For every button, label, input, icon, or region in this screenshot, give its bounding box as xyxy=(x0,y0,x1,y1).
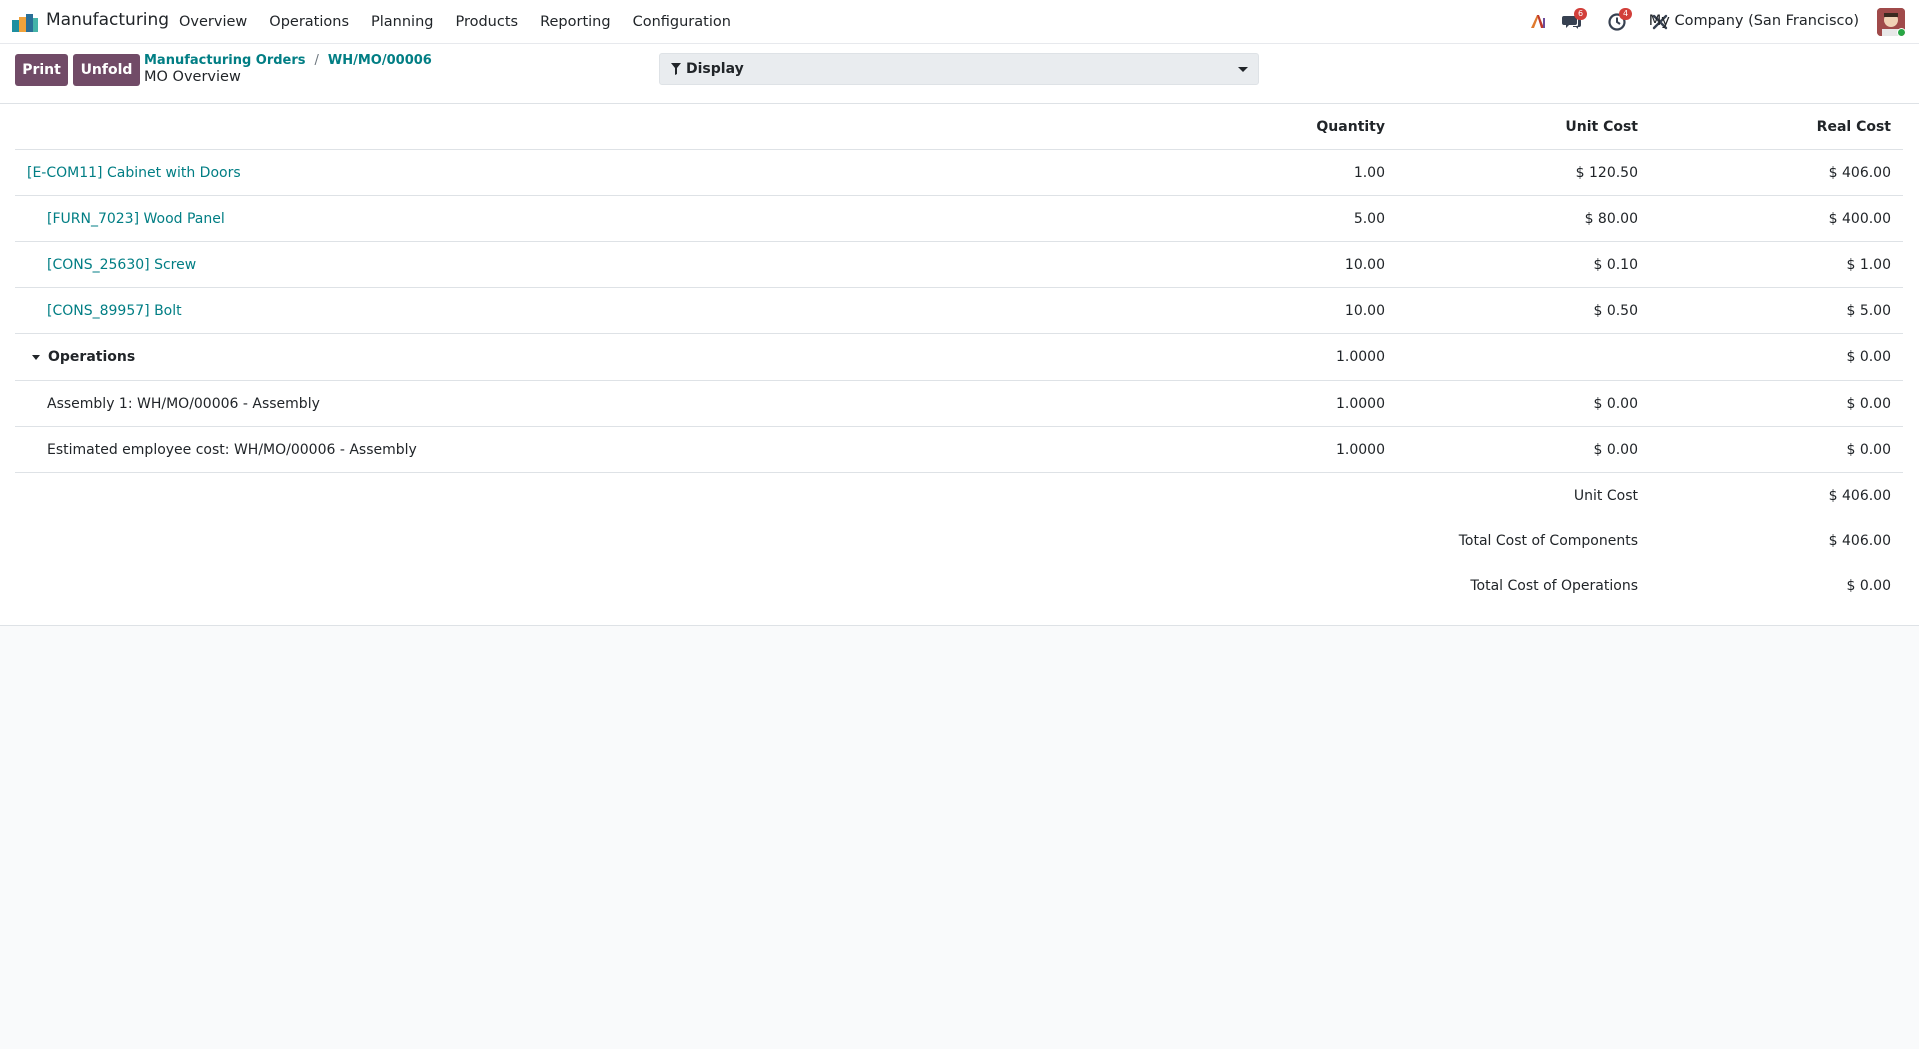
operation-unit-cost: $ 0.00 xyxy=(1593,395,1638,412)
operation-name: Estimated employee cost: WH/MO/00006 - A… xyxy=(47,441,417,458)
summary-value: $ 406.00 xyxy=(1828,487,1891,504)
product-link[interactable]: [E-COM11] Cabinet with Doors xyxy=(27,150,241,195)
component-real-cost: $ 5.00 xyxy=(1846,302,1891,319)
activities-badge: 4 xyxy=(1619,8,1633,20)
caret-down-icon xyxy=(1238,67,1248,72)
product-unit-cost: $ 120.50 xyxy=(1575,164,1638,181)
activities-button[interactable]: 4 xyxy=(1607,8,1633,32)
operation-name: Assembly 1: WH/MO/00006 - Assembly xyxy=(47,395,320,412)
user-avatar[interactable] xyxy=(1877,8,1905,36)
filter-icon xyxy=(671,63,681,75)
component-real-cost: $ 400.00 xyxy=(1828,210,1891,227)
menu-overview[interactable]: Overview xyxy=(179,14,247,30)
header-quantity: Quantity xyxy=(1316,118,1385,135)
summary-value: $ 406.00 xyxy=(1828,532,1891,549)
menu-products[interactable]: Products xyxy=(455,14,518,30)
display-dropdown[interactable]: Display xyxy=(659,53,1259,85)
display-label: Display xyxy=(686,61,744,77)
component-link[interactable]: [CONS_89957] Bolt xyxy=(47,288,182,333)
operation-quantity: 1.0000 xyxy=(1336,441,1385,458)
summary-total-components: Total Cost of Components $ 406.00 xyxy=(15,518,1903,563)
caret-down-icon[interactable] xyxy=(32,354,40,360)
operation-real-cost: $ 0.00 xyxy=(1846,395,1891,412)
component-quantity: 5.00 xyxy=(1353,210,1385,227)
menu-configuration[interactable]: Configuration xyxy=(633,14,731,30)
operation-unit-cost: $ 0.00 xyxy=(1593,441,1638,458)
table-header: Quantity Unit Cost Real Cost xyxy=(15,104,1903,150)
breadcrumb-separator: / xyxy=(314,53,319,68)
operations-real-cost: $ 0.00 xyxy=(1846,349,1891,365)
component-real-cost: $ 1.00 xyxy=(1846,256,1891,273)
summary-label: Unit Cost xyxy=(1573,487,1638,504)
product-real-cost: $ 406.00 xyxy=(1828,164,1891,181)
company-switcher[interactable]: My Company (San Francisco) xyxy=(1649,13,1859,29)
summary-total-operations: Total Cost of Operations $ 0.00 xyxy=(15,563,1903,608)
operations-quantity: 1.0000 xyxy=(1336,349,1385,365)
operations-label: Operations xyxy=(48,349,136,365)
unfold-button[interactable]: Unfold xyxy=(73,54,140,86)
table-row: [CONS_89957] Bolt 10.00 $ 0.50 $ 5.00 xyxy=(15,288,1903,334)
component-quantity: 10.00 xyxy=(1344,302,1385,319)
component-quantity: 10.00 xyxy=(1344,256,1385,273)
operations-section-row: Operations 1.0000 $ 0.00 xyxy=(15,334,1903,381)
table-row: [FURN_7023] Wood Panel 5.00 $ 80.00 $ 40… xyxy=(15,196,1903,242)
app-name[interactable]: Manufacturing xyxy=(46,10,169,30)
menu-reporting[interactable]: Reporting xyxy=(540,14,611,30)
table-row: Assembly 1: WH/MO/00006 - Assembly 1.000… xyxy=(15,381,1903,427)
table-row: [CONS_25630] Screw 10.00 $ 0.10 $ 1.00 xyxy=(15,242,1903,288)
menu-operations[interactable]: Operations xyxy=(269,14,349,30)
summary-unit-cost: Unit Cost $ 406.00 xyxy=(15,473,1903,518)
cost-table: Quantity Unit Cost Real Cost [E-COM11] C… xyxy=(15,104,1903,608)
breadcrumb-manufacturing-orders[interactable]: Manufacturing Orders xyxy=(144,53,306,68)
breadcrumb-mo-record[interactable]: WH/MO/00006 xyxy=(328,53,432,68)
summary-label: Total Cost of Operations xyxy=(1470,577,1638,594)
component-link[interactable]: [FURN_7023] Wood Panel xyxy=(47,196,225,241)
summary-value: $ 0.00 xyxy=(1846,577,1891,594)
mo-overview-report: Quantity Unit Cost Real Cost [E-COM11] C… xyxy=(0,104,1919,626)
messages-badge: 6 xyxy=(1574,8,1588,20)
product-quantity: 1.00 xyxy=(1353,164,1385,181)
component-unit-cost: $ 80.00 xyxy=(1584,210,1638,227)
table-row: Estimated employee cost: WH/MO/00006 - A… xyxy=(15,427,1903,473)
page-title: MO Overview xyxy=(144,69,241,85)
component-unit-cost: $ 0.50 xyxy=(1593,302,1638,319)
print-button[interactable]: Print xyxy=(15,54,68,86)
main-menu: Overview Operations Planning Products Re… xyxy=(168,0,742,44)
table-row-product: [E-COM11] Cabinet with Doors 1.00 $ 120.… xyxy=(15,150,1903,196)
control-panel: Print Unfold Manufacturing Orders / WH/M… xyxy=(0,44,1919,104)
operations-toggle[interactable]: Operations xyxy=(32,334,135,380)
header-real-cost: Real Cost xyxy=(1816,118,1891,135)
messages-button[interactable]: 6 xyxy=(1562,8,1588,32)
component-link[interactable]: [CONS_25630] Screw xyxy=(47,242,196,287)
breadcrumb: Manufacturing Orders / WH/MO/00006 xyxy=(144,53,432,68)
component-unit-cost: $ 0.10 xyxy=(1593,256,1638,273)
menu-planning[interactable]: Planning xyxy=(371,14,433,30)
summary-label: Total Cost of Components xyxy=(1458,532,1638,549)
online-status-dot xyxy=(1897,28,1905,36)
manufacturing-app-icon[interactable] xyxy=(12,12,38,32)
operation-real-cost: $ 0.00 xyxy=(1846,441,1891,458)
operation-quantity: 1.0000 xyxy=(1336,395,1385,412)
header-unit-cost: Unit Cost xyxy=(1565,118,1638,135)
ai-icon[interactable] xyxy=(1528,12,1548,32)
top-navbar: Manufacturing Overview Operations Planni… xyxy=(0,0,1919,44)
